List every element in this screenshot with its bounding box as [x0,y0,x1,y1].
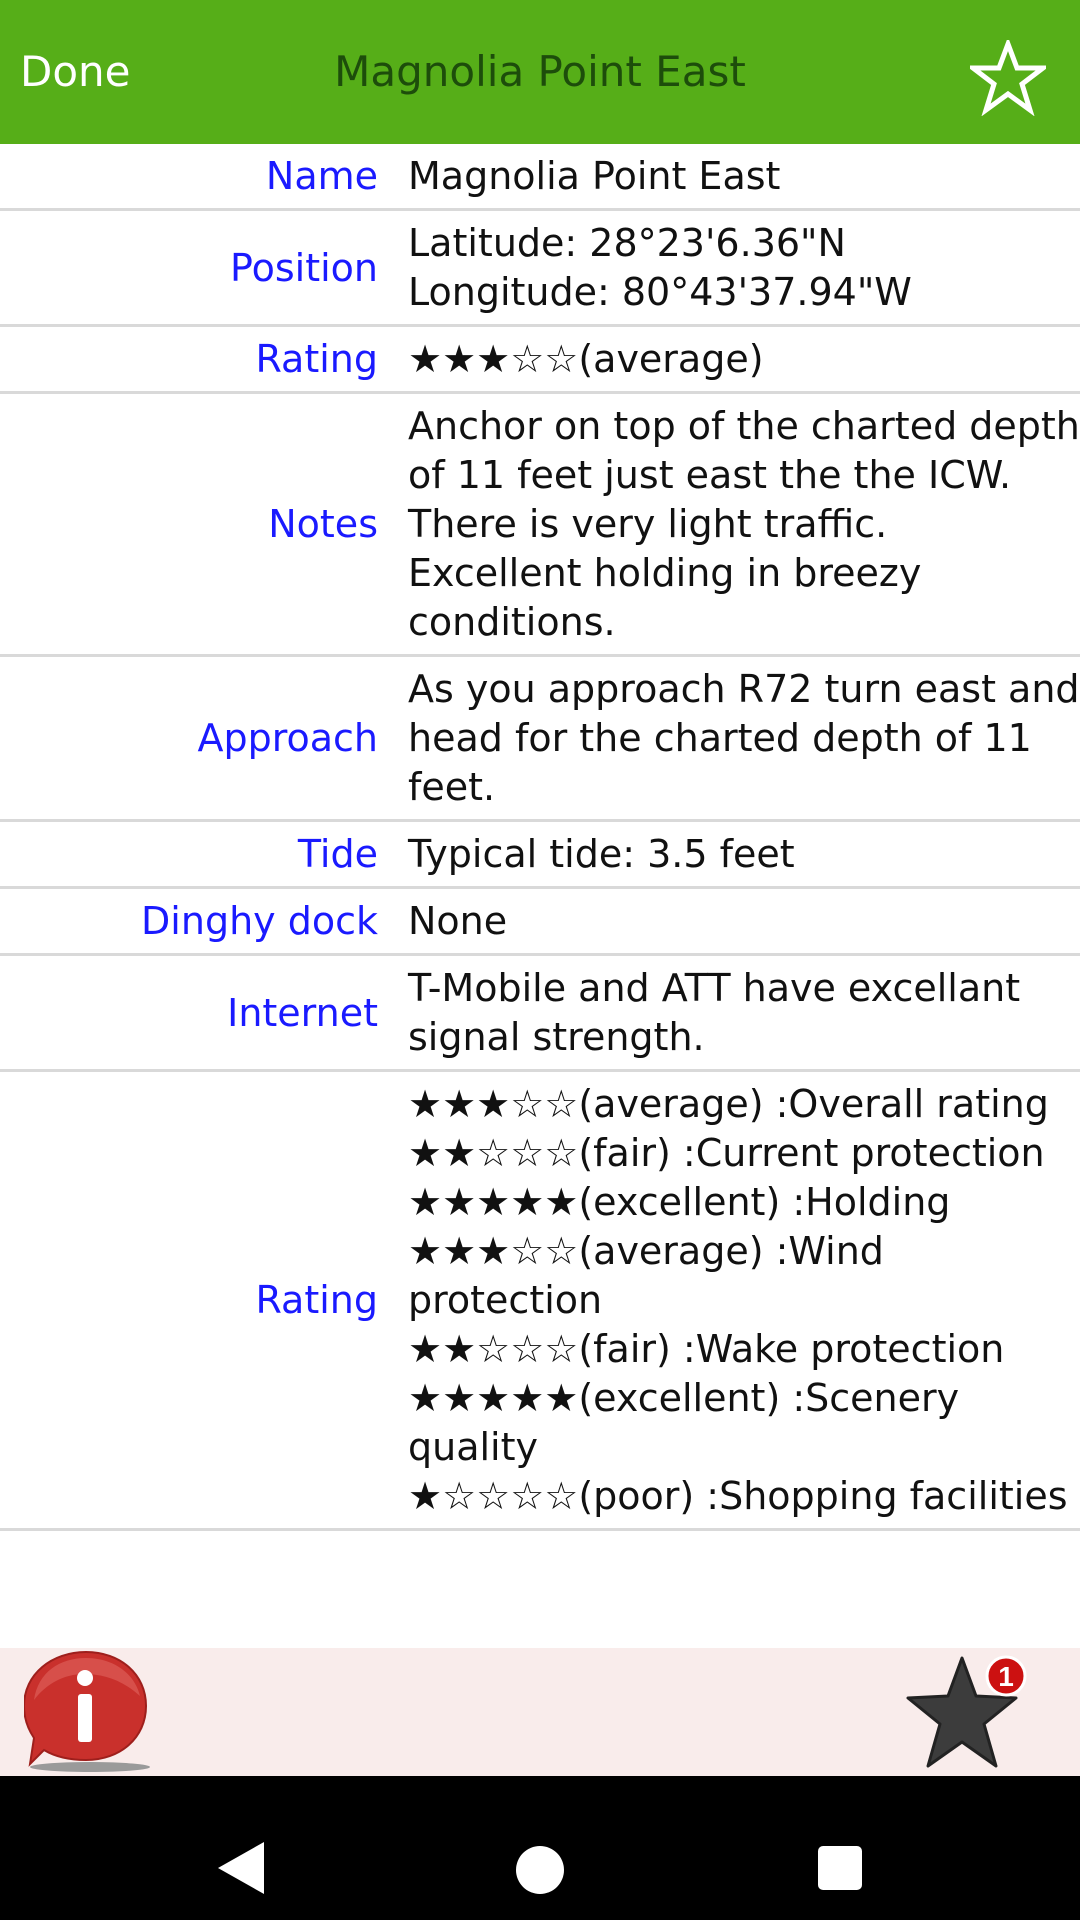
row-label: Position [230,245,378,290]
badge-count: 1 [998,1661,1014,1692]
row-value: ★★★☆☆(average) [408,337,764,381]
detail-row-ratings: Rating ★★★☆☆(average) :Overall rating ★★… [0,1072,1080,1531]
row-label: Dinghy dock [141,899,378,943]
detail-row-dinghy-dock: Dinghy dock None [0,889,1080,956]
row-value: As you approach R72 turn east and head f… [408,667,1080,809]
row-label: Rating [255,1278,378,1322]
row-label: Rating [255,337,378,381]
row-label: Internet [227,990,378,1035]
recents-square-icon[interactable] [818,1846,862,1890]
row-label: Name [265,154,378,198]
info-icon[interactable] [24,1650,156,1774]
row-value: Magnolia Point East [408,154,781,198]
row-value: Typical tide: 3.5 feet [408,832,795,876]
detail-row-internet: Internet T-Mobile and ATT have excellant… [0,956,1080,1072]
row-value: Latitude: 28°23'6.36"N Longitude: 80°43'… [408,221,912,314]
home-circle-icon[interactable] [516,1846,564,1894]
row-label: Tide [297,832,378,876]
detail-row-approach: Approach As you approach R72 turn east a… [0,657,1080,822]
row-value: Anchor on top of the charted depth of 11… [408,404,1080,644]
row-value: ★★★☆☆(average) :Overall rating ★★☆☆☆(fai… [408,1082,1068,1518]
detail-row-name: Name Magnolia Point East [0,144,1080,211]
star-outline-icon[interactable] [970,40,1046,116]
row-value: T-Mobile and ATT have excellant signal s… [408,966,1033,1059]
back-triangle-icon[interactable] [214,1840,270,1896]
star-icon[interactable]: 1 [900,1652,1030,1772]
detail-row-notes: Notes Anchor on top of the charted depth… [0,394,1080,657]
details-table: Name Magnolia Point East Position Latitu… [0,144,1080,1531]
page-title: Magnolia Point East [334,47,746,96]
detail-row-tide: Tide Typical tide: 3.5 feet [0,822,1080,889]
row-value: None [408,899,508,943]
row-label: Approach [197,716,378,760]
detail-row-position: Position Latitude: 28°23'6.36"N Longitud… [0,211,1080,327]
detail-row-rating: Rating ★★★☆☆(average) [0,327,1080,394]
row-label: Notes [268,502,378,546]
